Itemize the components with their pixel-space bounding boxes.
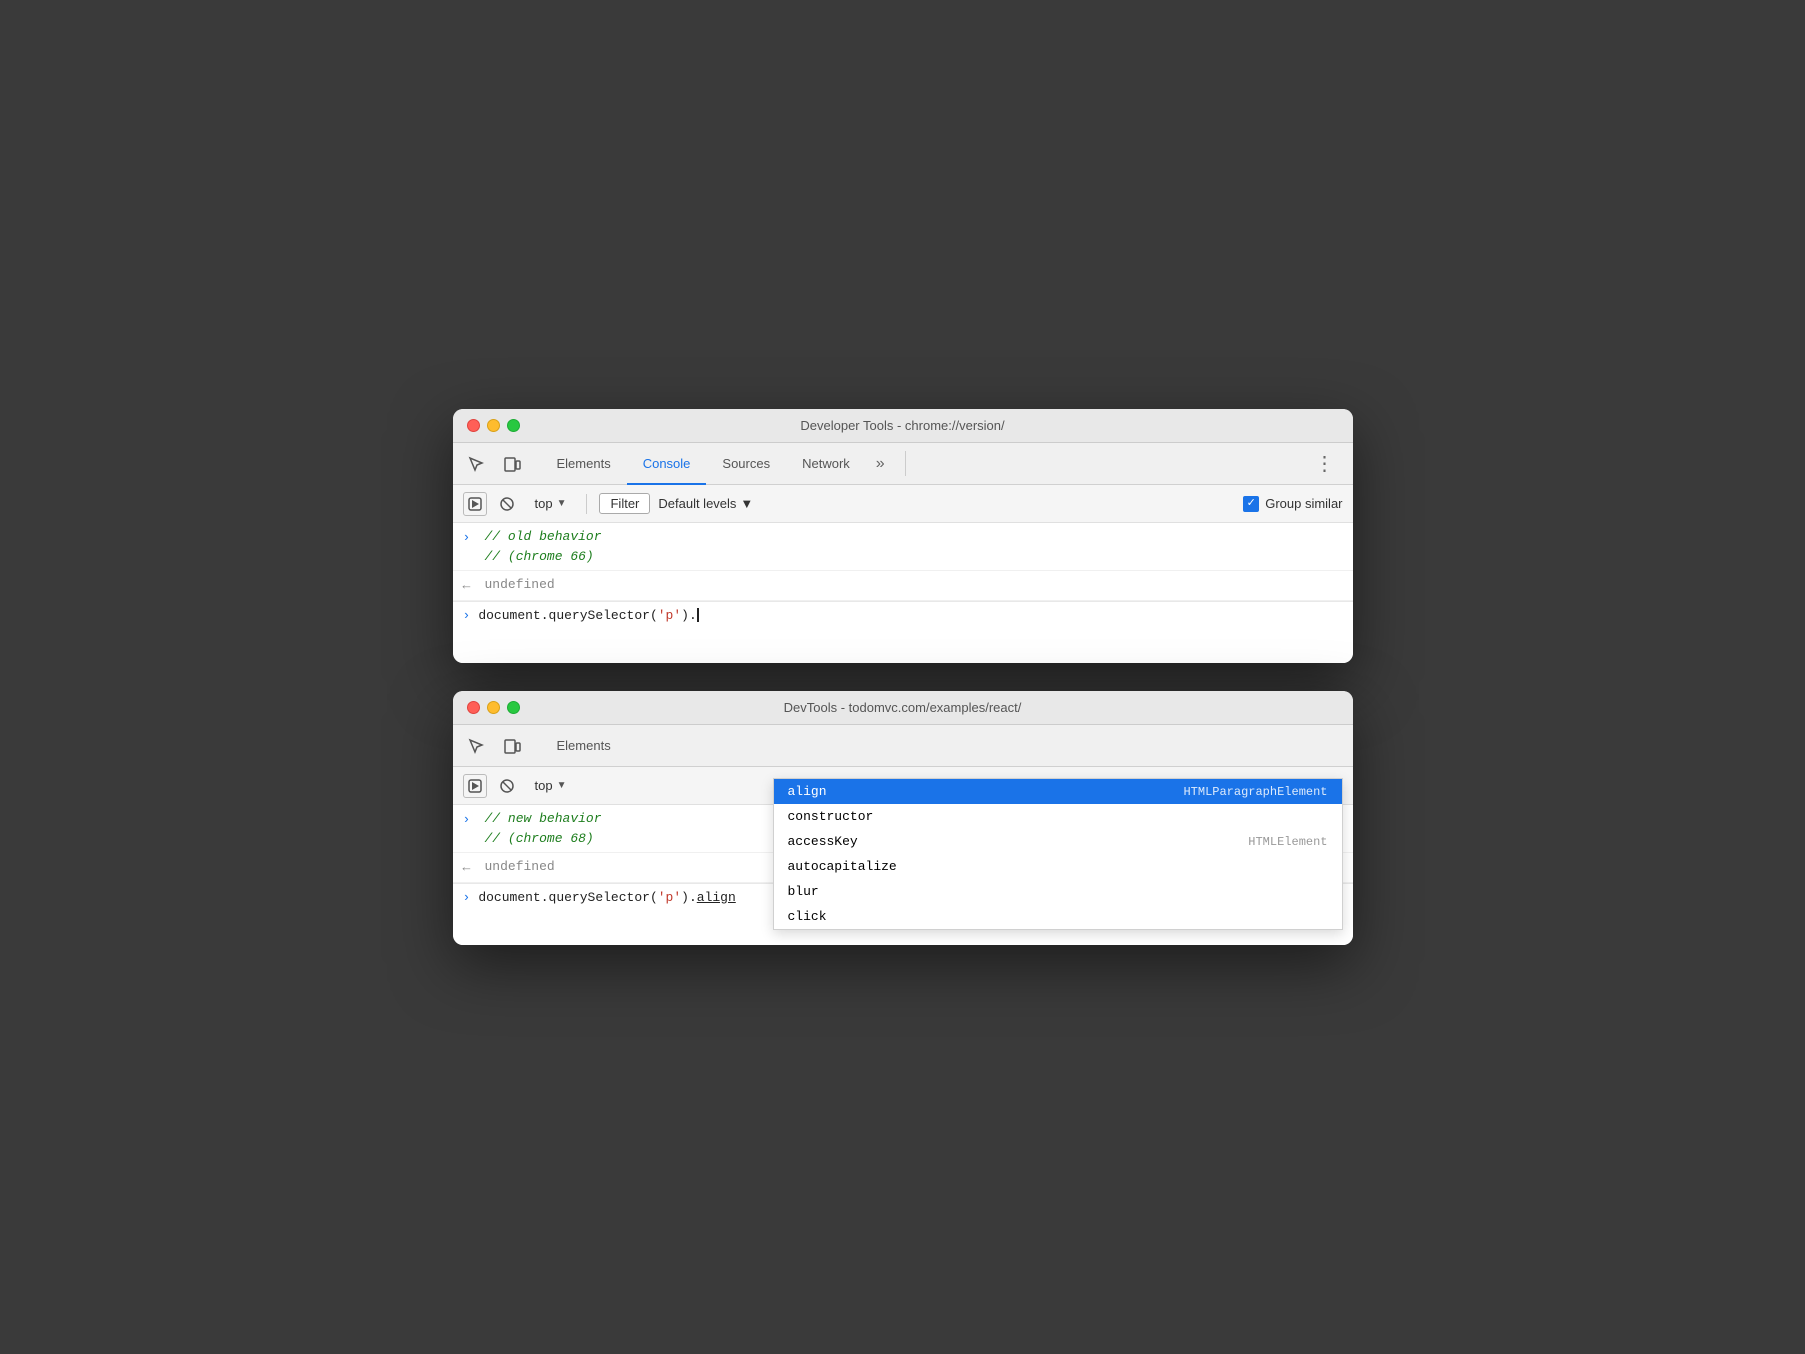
autocomplete-item-accesskey[interactable]: accessKey HTMLElement — [774, 829, 1342, 854]
minimize-button[interactable] — [487, 419, 500, 432]
group-similar-label: Group similar — [1265, 496, 1342, 511]
maximize-button-2[interactable] — [507, 701, 520, 714]
inspect-icon-btn-2[interactable] — [463, 733, 489, 759]
title-bar-1: Developer Tools - chrome://version/ — [453, 409, 1353, 443]
console-output-1: › // old behavior // (chrome 66) ← undef… — [453, 523, 1353, 663]
tab-elements[interactable]: Elements — [541, 444, 627, 485]
context-label-2: top — [535, 778, 553, 793]
tabs-bar-1: Elements Console Sources Network » ⋮ — [453, 443, 1353, 485]
devtools-icons — [463, 443, 525, 484]
group-similar-checkbox[interactable]: Group similar — [1243, 496, 1342, 512]
result-2: undefined — [485, 857, 555, 877]
title-bar-2: DevTools - todomvc.com/examples/react/ — [453, 691, 1353, 725]
tab-sources[interactable]: Sources — [706, 444, 786, 485]
console-input-line-1[interactable]: › document.querySelector('p'). — [453, 601, 1353, 629]
window-title: Developer Tools - chrome://version/ — [800, 418, 1004, 433]
devtools-menu-btn[interactable]: ⋮ — [1307, 443, 1343, 484]
context-selector[interactable]: top ▼ — [527, 494, 575, 513]
device-icon-btn-2[interactable] — [499, 733, 525, 759]
default-levels-arrow: ▼ — [740, 496, 753, 511]
tab-separator — [905, 451, 906, 476]
prompt-1: › — [463, 527, 477, 548]
ac-label-click: click — [788, 909, 827, 924]
traffic-lights-2 — [467, 701, 520, 714]
tab-network[interactable]: Network — [786, 444, 866, 485]
tab-elements-2[interactable]: Elements — [541, 726, 627, 767]
ac-type-align: HTMLParagraphElement — [1183, 785, 1327, 799]
tabs-bar-2: Elements — [453, 725, 1353, 767]
context-dropdown-arrow: ▼ — [557, 498, 567, 509]
input-prompt-1: › — [463, 608, 471, 623]
context-dropdown-arrow-2: ▼ — [557, 780, 567, 791]
run-btn[interactable] — [463, 492, 487, 516]
input-prompt-2: › — [463, 890, 471, 905]
clear-console-btn[interactable] — [495, 492, 519, 516]
devtools-window-1: Developer Tools - chrome://version/ Elem… — [453, 409, 1353, 663]
default-levels-label: Default levels — [658, 496, 736, 511]
ac-label-autocapitalize: autocapitalize — [788, 859, 897, 874]
tab-more[interactable]: » — [866, 444, 895, 485]
filter-btn[interactable]: Filter — [599, 493, 650, 514]
context-label: top — [535, 496, 553, 511]
autocomplete-item-constructor[interactable]: constructor — [774, 804, 1342, 829]
prompt-3: › — [463, 809, 477, 830]
default-levels-selector[interactable]: Default levels ▼ — [658, 496, 753, 511]
input-text-1[interactable]: document.querySelector('p'). — [478, 608, 698, 623]
devtools-window-2: DevTools - todomvc.com/examples/react/ E… — [453, 691, 1353, 945]
console-toolbar-1: top ▼ Filter Default levels ▼ Group simi… — [453, 485, 1353, 523]
autocomplete-item-blur[interactable]: blur — [774, 879, 1342, 904]
device-icon-btn[interactable] — [499, 451, 525, 477]
autocomplete-item-click[interactable]: click — [774, 904, 1342, 929]
ac-type-accesskey: HTMLElement — [1248, 835, 1327, 849]
minimize-button-2[interactable] — [487, 701, 500, 714]
inspect-icon-btn[interactable] — [463, 451, 489, 477]
tab-console[interactable]: Console — [627, 444, 707, 485]
maximize-button[interactable] — [507, 419, 520, 432]
autocomplete-item-align[interactable]: align HTMLParagraphElement — [774, 779, 1342, 804]
console-line-1: › // old behavior // (chrome 66) — [453, 523, 1353, 571]
checkbox-checked-icon — [1243, 496, 1259, 512]
autocomplete-dropdown[interactable]: align HTMLParagraphElement constructor a… — [773, 778, 1343, 930]
run-btn-2[interactable] — [463, 774, 487, 798]
context-selector-2[interactable]: top ▼ — [527, 776, 575, 795]
ac-label-align: align — [788, 784, 827, 799]
traffic-lights-1 — [467, 419, 520, 432]
window-title-2: DevTools - todomvc.com/examples/react/ — [784, 700, 1022, 715]
filter-separator — [586, 494, 587, 514]
clear-console-btn-2[interactable] — [495, 774, 519, 798]
close-button-2[interactable] — [467, 701, 480, 714]
prompt-4: ← — [463, 857, 477, 878]
close-button[interactable] — [467, 419, 480, 432]
ac-label-accesskey: accessKey — [788, 834, 858, 849]
ac-label-constructor: constructor — [788, 809, 874, 824]
autocomplete-item-autocapitalize[interactable]: autocapitalize — [774, 854, 1342, 879]
console-line-2: ← undefined — [453, 571, 1353, 601]
code-2: // new behavior // (chrome 68) — [485, 809, 602, 848]
code-1: // old behavior // (chrome 66) — [485, 527, 602, 566]
devtools-icons-2 — [463, 725, 525, 766]
result-1: undefined — [485, 575, 555, 595]
input-text-2[interactable]: document.querySelector('p').align — [478, 890, 735, 905]
prompt-2: ← — [463, 575, 477, 596]
ac-label-blur: blur — [788, 884, 819, 899]
